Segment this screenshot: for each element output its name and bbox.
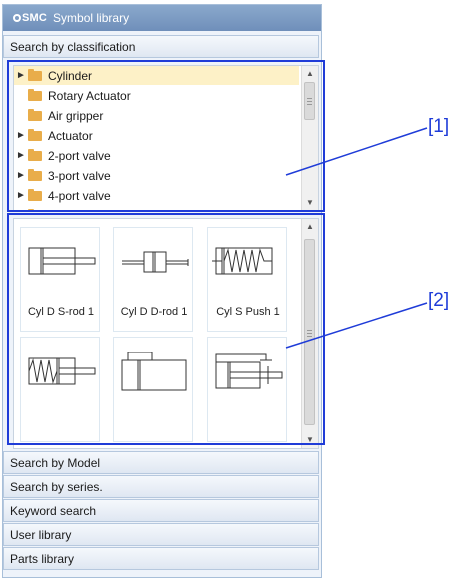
callout-label-1: [1] (428, 116, 450, 137)
callout-label-2: [2] (428, 290, 450, 311)
callout-leader-lines (285, 127, 428, 349)
